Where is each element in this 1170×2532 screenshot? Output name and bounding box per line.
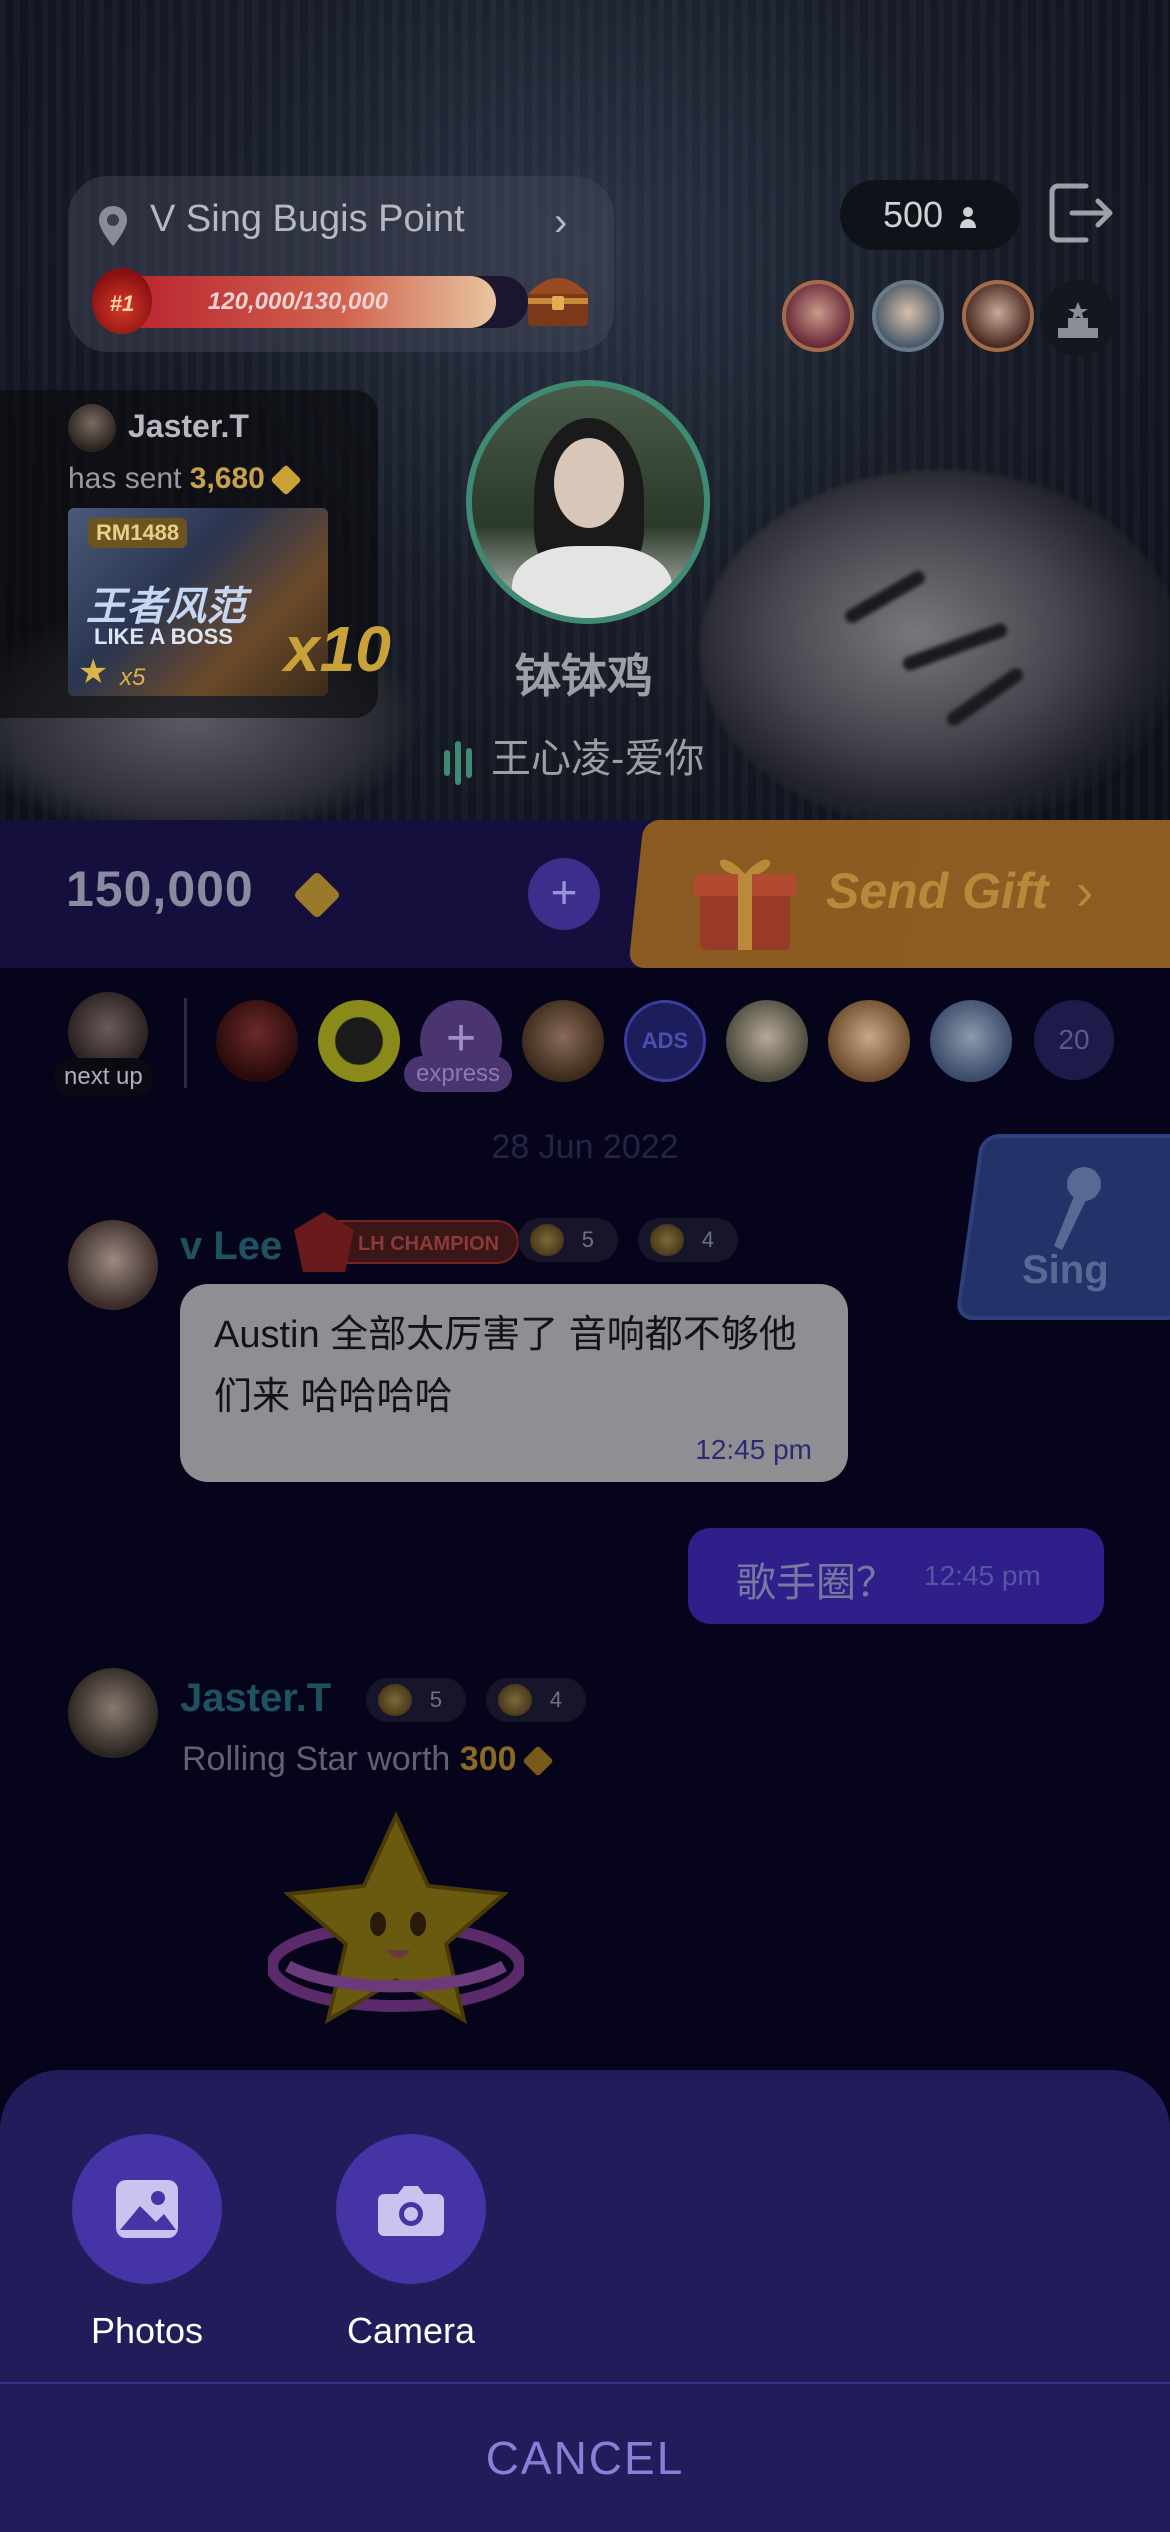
message-time: 12:45 pm [695, 1434, 812, 1465]
gift-price-tag: RM1488 [88, 518, 188, 548]
level-value: 4 [549, 1687, 562, 1712]
listener-count-value: 500 [882, 194, 944, 235]
chat-feed[interactable]: 28 Jun 2022 Sing v Lee LH CHAMPION 5 4 A… [0, 1098, 1170, 2058]
gift-sent-amount: 3,680 [189, 462, 265, 495]
champion-badge-label: LH CHAMPION [358, 1233, 500, 1255]
champion-badge: LH CHAMPION [294, 1212, 520, 1272]
level-icon [378, 1684, 412, 1716]
level-badge: 5 [518, 1218, 618, 1262]
send-gift-label: Send Gift [826, 863, 1049, 919]
room-progress-text: 120,000/130,000 [207, 288, 389, 315]
queue-avatar-4[interactable] [726, 1000, 808, 1082]
singer-name: 钵钵鸡 [515, 650, 653, 702]
message-avatar[interactable] [68, 1220, 158, 1310]
room-header: V Sing Bugis Point › 120,000/130,000 #1 … [0, 0, 1170, 820]
gift-multiplier: x10 [284, 613, 391, 685]
chevron-right-icon: › [554, 200, 568, 244]
chevron-right-icon: › [1076, 863, 1094, 921]
photos-label: Photos [90, 2310, 204, 2351]
camera-button[interactable] [336, 2134, 486, 2284]
cancel-button[interactable]: CANCEL [0, 2384, 1170, 2532]
star-icon: ★ [78, 653, 109, 691]
level-value: 5 [581, 1227, 594, 1252]
podium-icon [1058, 302, 1098, 338]
top-gifter-avatar-1[interactable] [782, 280, 854, 352]
gift-message-amount: 300 [459, 1740, 517, 1778]
queue-avatar-5[interactable] [828, 1000, 910, 1082]
gift-sender-name: Jaster.T [128, 408, 249, 444]
diamond-icon [270, 464, 302, 496]
queue-avatar-2[interactable] [318, 1000, 400, 1082]
queue-divider [184, 998, 187, 1088]
gift-notification: Jaster.T has sent 3,680 RM1488 王者风范 LIKE… [0, 390, 391, 718]
message-avatar[interactable] [68, 1668, 158, 1758]
camera-label: Camera [346, 2310, 476, 2351]
level-icon [530, 1224, 564, 1256]
coin-balance: 150,000 [66, 861, 254, 917]
ads-badge[interactable]: ADS [624, 1000, 706, 1082]
photos-option[interactable]: Photos [72, 2134, 222, 2352]
gift-sent-prefix: has sent [68, 462, 182, 495]
message-username[interactable]: Jaster.T [180, 1676, 331, 1721]
camera-icon [378, 2186, 444, 2236]
treasure-chest-icon[interactable] [524, 268, 592, 330]
gift-message-prefix: Rolling Star worth [182, 1740, 451, 1778]
queue-count[interactable]: 20 [1034, 1000, 1114, 1080]
person-icon [960, 207, 977, 229]
singer-queue: next up + express ADS 20 [0, 968, 1170, 1098]
diamond-icon [292, 870, 342, 920]
queue-avatar-3[interactable] [522, 1000, 604, 1082]
room-progress-bar: 120,000/130,000 [108, 276, 528, 328]
message-bubble-outgoing[interactable]: 歌手圈？ 12:45 pm [688, 1528, 1104, 1624]
equalizer-icon [444, 738, 477, 785]
camera-option[interactable]: Camera [336, 2134, 486, 2352]
message-text: 歌手圈？ [736, 1561, 896, 1605]
champion-crest-icon [294, 1212, 354, 1272]
message-bubble-incoming[interactable]: Austin 全部太厉害了 音响都不够他们来 哈哈哈哈 12:45 pm [180, 1284, 848, 1482]
diamond-icon [521, 1745, 554, 1777]
level-icon [498, 1684, 532, 1716]
microphone-icon [1054, 1167, 1101, 1250]
level-badge: 4 [486, 1678, 586, 1722]
gift-sender-avatar [68, 404, 116, 452]
gift-sent-line: has sent 3,680 [68, 462, 302, 496]
rank-badge: #1 [92, 268, 152, 334]
venue-name: V Sing Bugis Point [150, 198, 465, 240]
leaderboard-button[interactable] [1040, 280, 1116, 356]
sing-label: Sing [1022, 1248, 1109, 1292]
queue-avatar-1[interactable] [216, 1000, 298, 1082]
venue-card[interactable]: V Sing Bugis Point › 120,000/130,000 #1 [68, 176, 614, 352]
exit-icon[interactable] [1046, 180, 1116, 246]
level-badge: 5 [366, 1678, 466, 1722]
add-coins-button[interactable]: + [528, 858, 600, 930]
level-value: 5 [429, 1687, 442, 1712]
gift-star-count: x5 [120, 664, 146, 691]
message-time: 12:45 pm [924, 1560, 1041, 1591]
gift-message: Rolling Star worth 300 [182, 1740, 554, 1779]
level-icon [650, 1224, 684, 1256]
express-label: express [404, 1056, 513, 1092]
photos-button[interactable] [72, 2134, 222, 2284]
queue-avatar-6[interactable] [930, 1000, 1012, 1082]
song-title: 王心凌-爱你 [491, 737, 705, 781]
location-pin-icon [99, 206, 127, 246]
singer-avatar[interactable] [466, 380, 710, 624]
level-value: 4 [701, 1227, 714, 1252]
photo-icon [116, 2180, 178, 2238]
top-gifter-avatar-3[interactable] [962, 280, 1034, 352]
next-up-label: next up [54, 1058, 153, 1096]
level-badge: 4 [638, 1218, 738, 1262]
gift-box-icon [694, 859, 796, 950]
message-text: Austin 全部太厉害了 音响都不够他们来 哈哈哈哈 [214, 1314, 797, 1418]
rolling-star-gift-icon [268, 1811, 524, 2025]
top-gifter-avatar-2[interactable] [872, 280, 944, 352]
listener-count[interactable]: 500 [840, 180, 1020, 250]
gift-title-en: LIKE A BOSS [94, 624, 233, 649]
media-picker-sheet: Photos Camera CANCEL [0, 2070, 1170, 2532]
now-playing: 王心凌-爱你 [444, 726, 704, 785]
message-username[interactable]: v Lee [180, 1224, 282, 1269]
